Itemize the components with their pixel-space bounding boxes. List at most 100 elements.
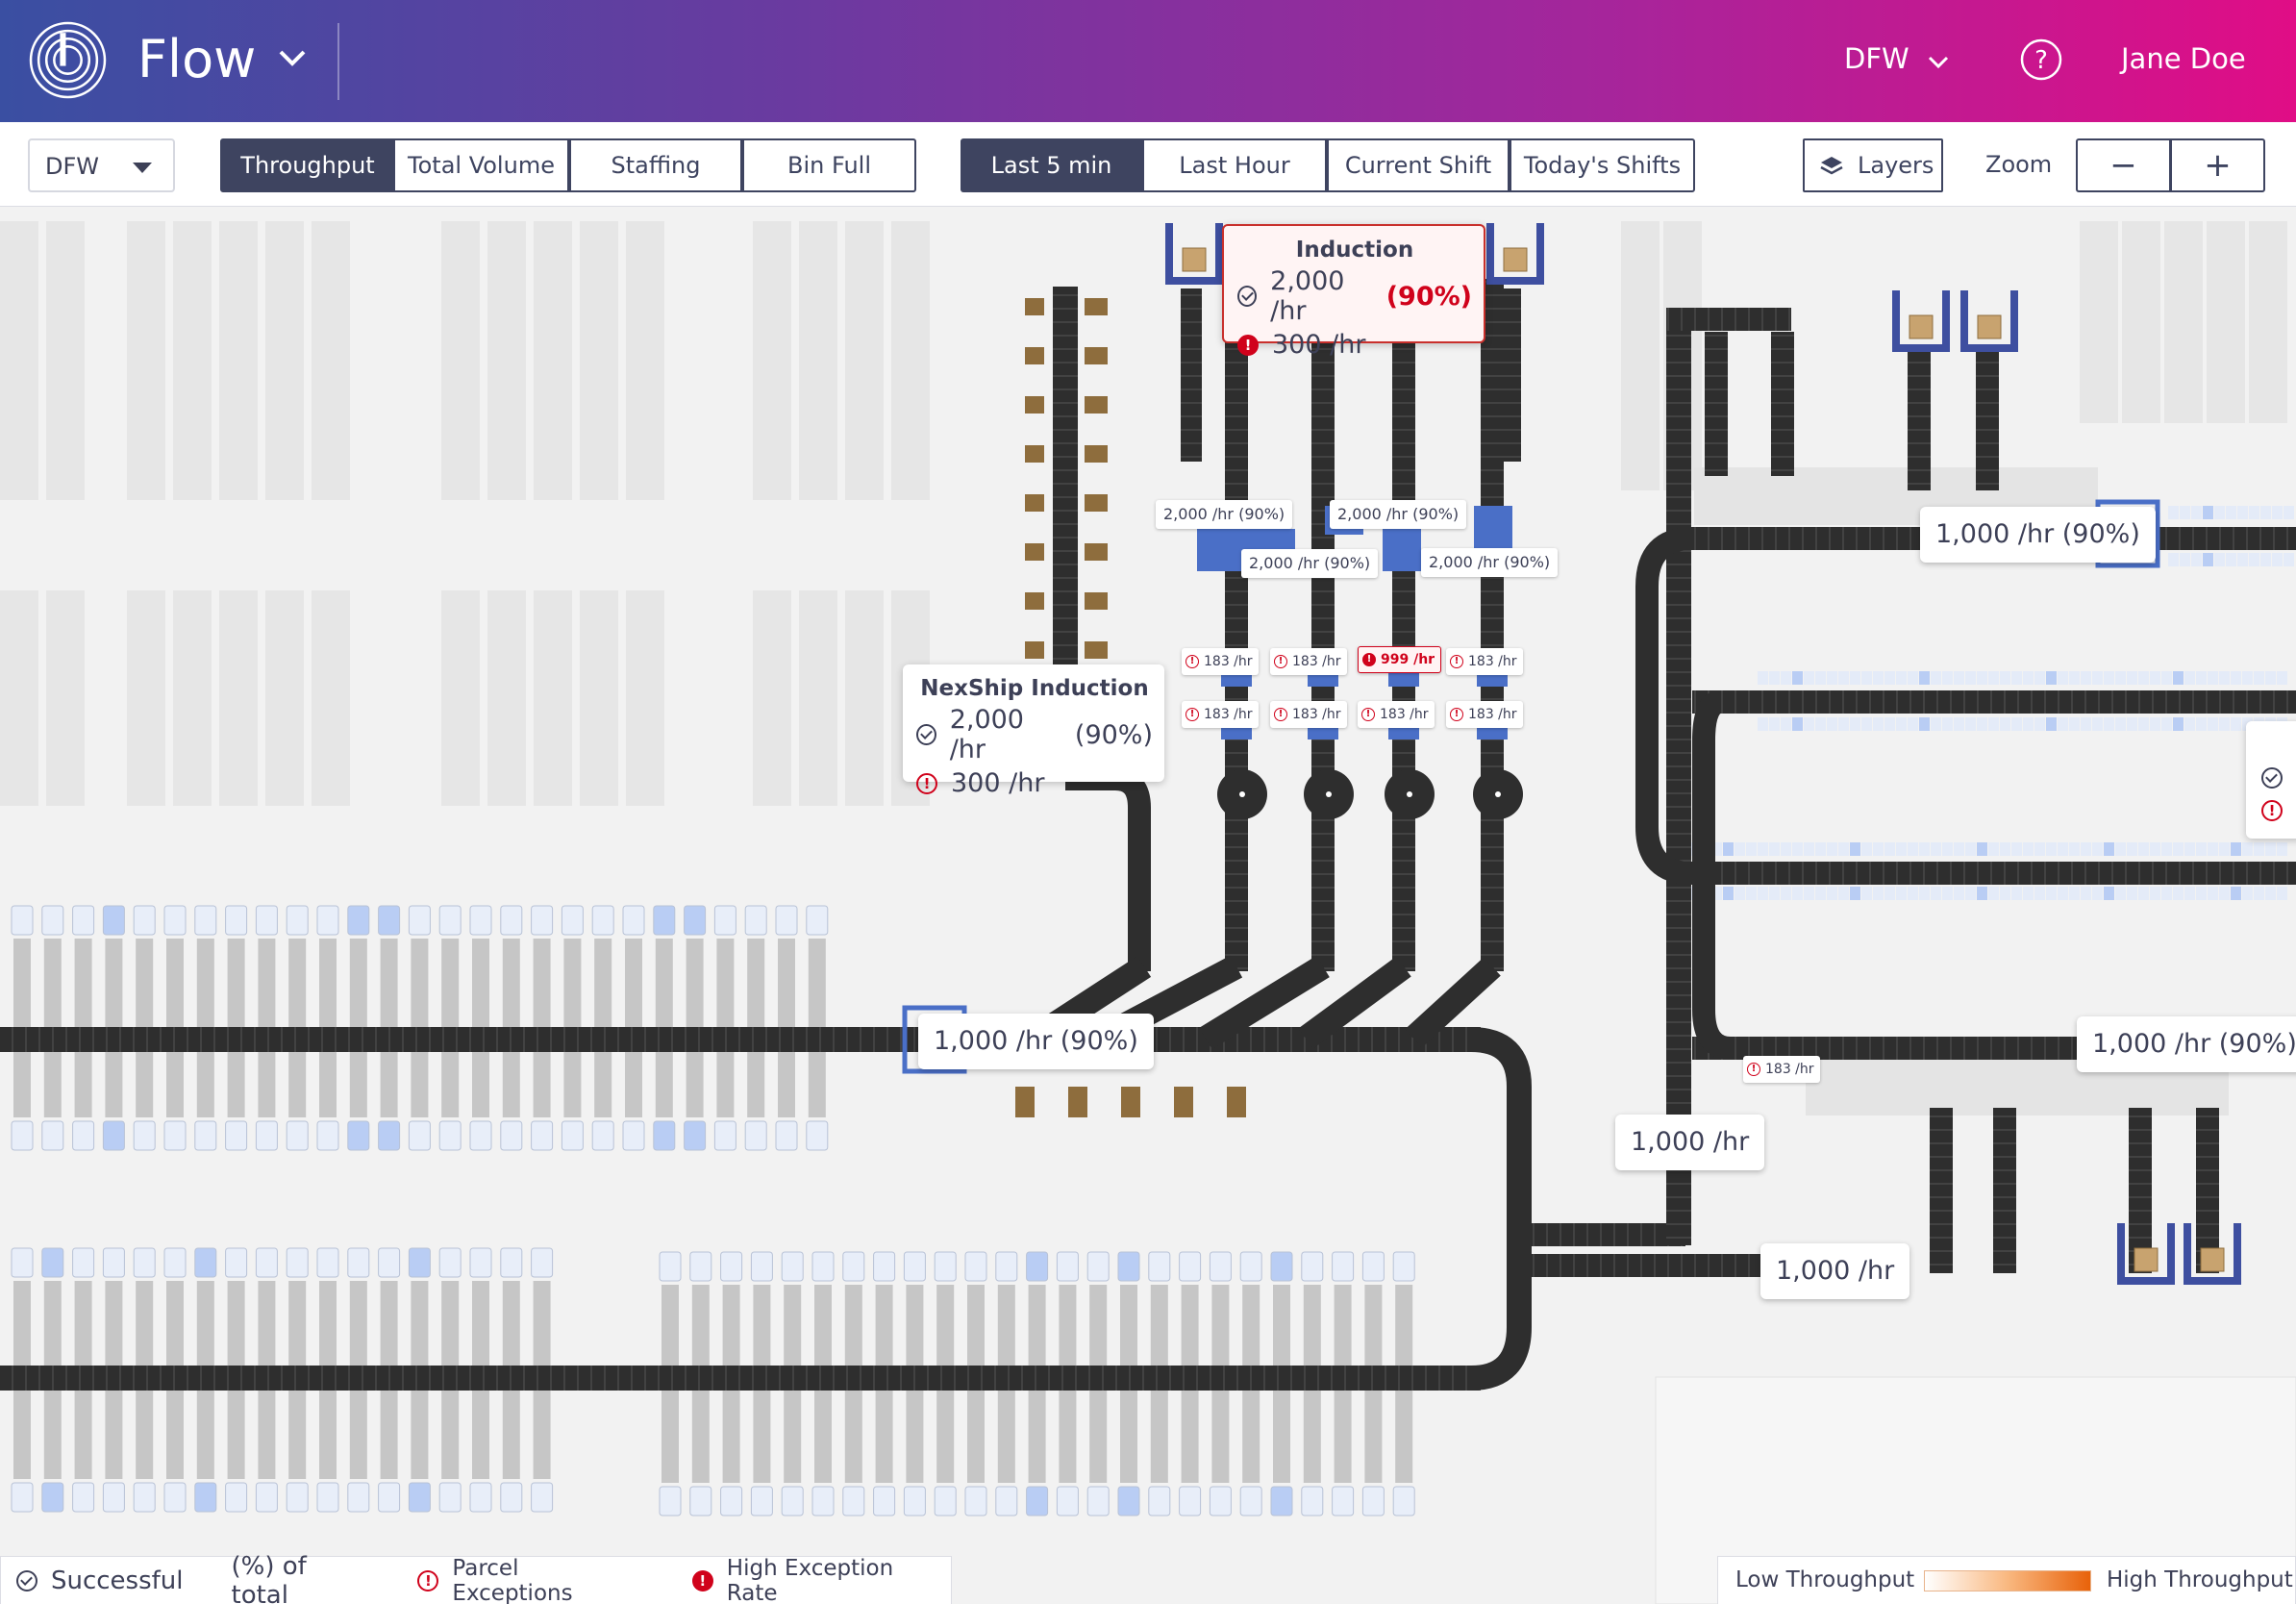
- tab-staffing[interactable]: Staffing: [569, 138, 742, 192]
- sort-bin: [469, 1482, 492, 1513]
- conveyor-segment: [1392, 279, 1415, 971]
- mini-bin: [2219, 671, 2230, 685]
- sort-bin: [255, 1247, 278, 1278]
- high-exception-icon: !: [691, 1569, 713, 1591]
- conveyor-segment: [1666, 308, 1691, 1245]
- sort-bin: [41, 905, 64, 936]
- sort-bin: [1392, 1251, 1415, 1282]
- mini-bin: [2011, 887, 2022, 900]
- main-conveyor-rate[interactable]: 1,000 /hr (90%): [918, 1014, 1154, 1069]
- mini-bin: [1873, 887, 1884, 900]
- mini-bin: [2150, 887, 2160, 900]
- mini-bin: [2226, 553, 2236, 566]
- lane-rate-2[interactable]: 2,000 /hr (90%): [1330, 500, 1467, 529]
- app-title[interactable]: Flow: [137, 29, 256, 89]
- sort-bin: [1179, 1486, 1202, 1516]
- mini-bin: [2284, 553, 2294, 566]
- mini-bin: [2208, 842, 2218, 856]
- lane-exception-top-2[interactable]: ! 183 /hr: [1270, 648, 1347, 675]
- roller: [1085, 445, 1108, 463]
- roller: [1121, 1087, 1140, 1117]
- roller: [1025, 592, 1044, 610]
- small-exception-badge[interactable]: ! 183 /hr: [1743, 1056, 1820, 1083]
- mini-bin: [1965, 671, 1976, 685]
- lane-exception-value: 183 /hr: [1468, 654, 1517, 669]
- zoom-out-button[interactable]: −: [2076, 138, 2171, 192]
- mini-bin: [2231, 887, 2241, 900]
- conveyor-segment: [1993, 1108, 2016, 1273]
- mini-bin: [2265, 671, 2276, 685]
- sort-bin: [684, 1120, 707, 1151]
- scanner: [1388, 728, 1419, 739]
- mini-bin: [1919, 717, 1930, 731]
- mini-bin: [1792, 671, 1803, 685]
- mini-bin: [1861, 717, 1872, 731]
- vertical-conveyor-rate[interactable]: 1,000 /hr: [1615, 1115, 1765, 1170]
- mini-bin: [1884, 717, 1895, 731]
- site-dropdown[interactable]: DFW: [28, 138, 175, 192]
- roller: [1025, 445, 1044, 463]
- offscreen-card[interactable]: !: [2246, 721, 2296, 839]
- mini-bin: [1804, 717, 1814, 731]
- lane-exception-bottom-2[interactable]: ! 183 /hr: [1270, 701, 1347, 728]
- tab-last-hour[interactable]: Last Hour: [1144, 138, 1327, 192]
- sort-bin: [316, 1247, 339, 1278]
- lane-rate-4[interactable]: 2,000 /hr (90%): [1421, 548, 1559, 577]
- nexship-induction-card[interactable]: NexShip Induction 2,000 /hr (90%) ! 300 …: [903, 664, 1164, 798]
- tab-bin-full[interactable]: Bin Full: [742, 138, 916, 192]
- zoom-in-button[interactable]: +: [2170, 138, 2265, 192]
- sort-bin: [781, 1486, 804, 1516]
- tab-current-shift[interactable]: Current Shift: [1327, 138, 1510, 192]
- tab-total-volume[interactable]: Total Volume: [395, 138, 569, 192]
- lane-rate-3[interactable]: 2,000 /hr (90%): [1241, 549, 1379, 578]
- lane-exception-bottom-3[interactable]: ! 183 /hr: [1358, 701, 1435, 728]
- mini-bin: [2034, 671, 2045, 685]
- mini-bin: [2219, 887, 2230, 900]
- upper-right-conveyor-rate[interactable]: 1,000 /hr (90%): [1920, 507, 2156, 563]
- facility-map[interactable]: [0, 207, 2296, 1604]
- legend-high-throughput: High Throughput: [2107, 1567, 2293, 1592]
- app-switcher-chevron-icon[interactable]: [275, 40, 310, 75]
- user-menu[interactable]: Jane Doe: [2121, 42, 2246, 75]
- sort-bin: [225, 1120, 248, 1151]
- help-icon[interactable]: ?: [2020, 38, 2062, 81]
- sort-bin: [1148, 1251, 1171, 1282]
- rack-stripe: [265, 221, 304, 500]
- bottom-link-conveyor-rate[interactable]: 1,000 /hr: [1760, 1243, 1910, 1299]
- mini-bin: [1804, 842, 1814, 856]
- site-selector[interactable]: DFW: [1844, 42, 1909, 75]
- layers-button[interactable]: Layers: [1803, 138, 1943, 192]
- mini-bin: [2069, 842, 2080, 856]
- sort-bin: [255, 1482, 278, 1513]
- induction-card[interactable]: Induction 2,000 /hr (90%) ! 300 /hr: [1222, 224, 1485, 360]
- lane-exception-top-1[interactable]: ! 183 /hr: [1182, 648, 1259, 675]
- sort-bin: [806, 1120, 829, 1151]
- mini-bin: [2034, 842, 2045, 856]
- mini-bin: [1977, 842, 1987, 856]
- mini-bin: [2231, 842, 2241, 856]
- lane-exception-bottom-1[interactable]: ! 183 /hr: [1182, 701, 1259, 728]
- mini-bin: [2115, 887, 2126, 900]
- site-chevron-down-icon[interactable]: [1925, 48, 1952, 75]
- mini-bin: [2023, 842, 2034, 856]
- rack-stripe: [173, 221, 212, 500]
- mini-bin: [2000, 671, 2010, 685]
- tab-todays-shifts[interactable]: Today's Shifts: [1510, 138, 1695, 192]
- rack-stripe: [441, 221, 480, 500]
- sort-bin: [1026, 1251, 1049, 1282]
- sort-bin: [622, 905, 645, 936]
- mini-bin: [1861, 671, 1872, 685]
- mini-bin: [1758, 717, 1768, 731]
- tab-throughput[interactable]: Throughput: [220, 138, 395, 192]
- lane-exception-top-3[interactable]: ! 999 /hr: [1358, 646, 1442, 673]
- legend-parcel-exceptions: Parcel Exceptions: [452, 1555, 573, 1604]
- mini-bin: [1827, 717, 1837, 731]
- lane-exception-bottom-4[interactable]: ! 183 /hr: [1446, 701, 1523, 728]
- lane-rate-1[interactable]: 2,000 /hr (90%): [1156, 500, 1293, 529]
- lower-right-conveyor-rate[interactable]: 1,000 /hr (90%): [2077, 1016, 2296, 1072]
- sort-bin: [1392, 1486, 1415, 1516]
- sort-bin: [255, 1120, 278, 1151]
- lane-exception-top-4[interactable]: ! 183 /hr: [1446, 648, 1523, 675]
- mini-bin: [1838, 717, 1849, 731]
- tab-last-5-min[interactable]: Last 5 min: [961, 138, 1144, 192]
